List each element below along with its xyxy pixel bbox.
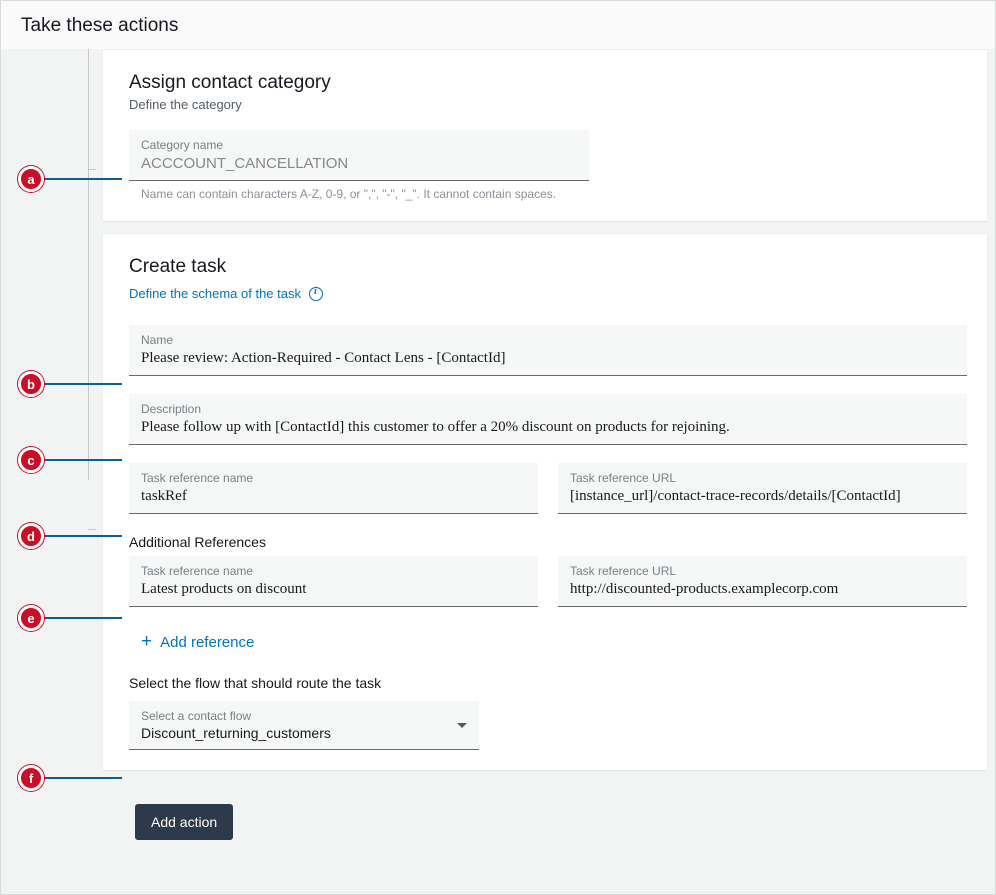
callout-a: a — [18, 166, 44, 192]
additional-ref-url-field[interactable]: Task reference URL http://discounted-pro… — [558, 556, 967, 607]
additional-ref-url-label: Task reference URL — [570, 564, 955, 578]
category-name-hint: Name can contain characters A-Z, 0-9, or… — [129, 181, 569, 201]
additional-ref-name-field[interactable]: Task reference name Latest products on d… — [129, 556, 538, 607]
callout-e: e — [18, 605, 44, 631]
task-description-label: Description — [141, 402, 955, 416]
callout-line — [44, 178, 122, 180]
create-task-heading: Create task — [129, 256, 967, 278]
callout-f: f — [18, 765, 44, 791]
add-reference-label: Add reference — [160, 634, 254, 651]
callout-line — [44, 383, 122, 385]
contact-flow-label: Select a contact flow — [141, 709, 331, 723]
task-ref-name-field[interactable]: Task reference name taskRef — [129, 463, 538, 514]
tree-line — [88, 49, 89, 480]
task-ref-url-field[interactable]: Task reference URL [instance_url]/contac… — [558, 463, 967, 514]
add-action-button[interactable]: Add action — [135, 804, 233, 840]
add-reference-button[interactable]: + Add reference — [141, 631, 254, 653]
contact-flow-value: Discount_returning_customers — [141, 725, 331, 741]
task-ref-name-value: taskRef — [141, 488, 526, 505]
create-task-subtitle-text: Define the schema of the task — [129, 286, 301, 301]
task-description-field[interactable]: Description Please follow up with [Conta… — [129, 394, 967, 445]
callout-b: b — [18, 371, 44, 397]
category-name-value: ACCCOUNT_CANCELLATION — [141, 155, 577, 172]
callout-c: c — [18, 447, 44, 473]
additional-ref-url-value: http://discounted-products.examplecorp.c… — [570, 581, 955, 598]
additional-ref-name-value: Latest products on discount — [141, 581, 526, 598]
chevron-down-icon — [457, 723, 467, 728]
page-title: Take these actions — [1, 1, 995, 49]
assign-category-card: Assign contact category Define the categ… — [103, 49, 987, 221]
task-ref-name-label: Task reference name — [141, 471, 526, 485]
task-ref-url-value: [instance_url]/contact-trace-records/det… — [570, 488, 955, 505]
task-ref-url-label: Task reference URL — [570, 471, 955, 485]
create-task-subtitle-link[interactable]: Define the schema of the task — [129, 286, 323, 301]
additional-references-heading: Additional References — [129, 534, 967, 550]
callout-line — [44, 777, 122, 779]
callout-line — [44, 535, 122, 537]
info-icon[interactable] — [309, 287, 323, 301]
category-name-label: Category name — [141, 138, 577, 152]
callout-line — [44, 459, 122, 461]
tree-tick — [88, 169, 96, 170]
tree-tick — [88, 529, 96, 530]
callout-line — [44, 617, 122, 619]
callout-d: d — [18, 523, 44, 549]
category-name-field[interactable]: Category name ACCCOUNT_CANCELLATION — [129, 130, 589, 181]
additional-ref-name-label: Task reference name — [141, 564, 526, 578]
plus-icon: + — [141, 631, 152, 653]
flow-select-label: Select the flow that should route the ta… — [129, 675, 967, 691]
task-description-value: Please follow up with [ContactId] this c… — [141, 419, 955, 436]
task-name-value: Please review: Action-Required - Contact… — [141, 350, 955, 367]
task-name-field[interactable]: Name Please review: Action-Required - Co… — [129, 325, 967, 376]
contact-flow-dropdown[interactable]: Select a contact flow Discount_returning… — [129, 701, 479, 750]
task-name-label: Name — [141, 333, 955, 347]
create-task-card: Create task Define the schema of the tas… — [103, 233, 987, 770]
assign-category-subtitle: Define the category — [129, 97, 967, 112]
assign-category-heading: Assign contact category — [129, 72, 967, 94]
